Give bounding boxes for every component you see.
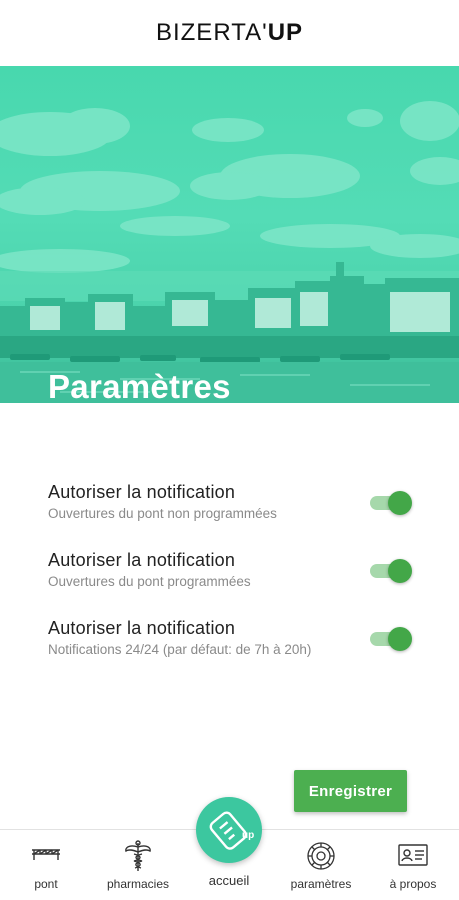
toggle-thumb[interactable] xyxy=(388,559,412,583)
hero-banner: Paramètres xyxy=(0,66,459,403)
setting-title: Autoriser la notification xyxy=(48,550,236,570)
setting-title: Autoriser la notification xyxy=(48,618,236,638)
svg-text:up: up xyxy=(242,830,254,841)
toggle-thumb[interactable] xyxy=(388,491,412,515)
nav-label: pont xyxy=(34,877,58,891)
hero-cityscape-image xyxy=(0,101,459,403)
setting-subtitle: Notifications 24/24 (par défaut: de 7h à… xyxy=(48,642,312,657)
nav-item-accueil[interactable]: up xyxy=(196,797,262,863)
nav-item-pont[interactable]: pont xyxy=(0,830,92,900)
nav-label: pharmacies xyxy=(106,877,170,891)
notification-toggle-unscheduled[interactable] xyxy=(368,490,412,515)
caduceus-icon xyxy=(123,840,153,877)
id-card-icon xyxy=(398,844,428,871)
save-button[interactable]: Enregistrer xyxy=(294,770,407,812)
app-header: BIZERTA'UP xyxy=(0,0,459,66)
app-title-light: BIZERTA' xyxy=(155,19,268,46)
nav-label: à propos xyxy=(389,877,437,891)
nav-item-pharmacies[interactable]: pharmacies xyxy=(92,830,184,900)
setting-row-unscheduled-openings[interactable]: Autoriser la notification Ouvertures du … xyxy=(0,470,459,524)
nav-item-parametres[interactable]: paramètres xyxy=(275,830,367,900)
toggle-thumb[interactable] xyxy=(388,627,412,651)
setting-subtitle: Ouvertures du pont non programmées xyxy=(48,506,277,521)
page-title: Paramètres xyxy=(48,368,231,403)
setting-row-24-7[interactable]: Autoriser la notification Notifications … xyxy=(0,606,459,660)
notification-toggle-scheduled[interactable] xyxy=(368,558,412,583)
bizerta-up-logo-icon: up xyxy=(209,811,254,850)
setting-title: Autoriser la notification xyxy=(48,482,236,502)
nav-label: paramètres xyxy=(290,877,352,891)
app-title-bold: UP xyxy=(267,19,304,46)
settings-gear-icon xyxy=(306,841,336,876)
nav-label-accueil: accueil xyxy=(208,873,250,888)
setting-row-scheduled-openings[interactable]: Autoriser la notification Ouvertures du … xyxy=(0,538,459,592)
notification-toggle-24-7[interactable] xyxy=(368,626,412,651)
bridge-icon xyxy=(31,844,61,867)
app-title: BIZERTA'UP xyxy=(156,19,303,47)
setting-subtitle: Ouvertures du pont programmées xyxy=(48,574,251,589)
nav-item-a-propos[interactable]: à propos xyxy=(367,830,459,900)
